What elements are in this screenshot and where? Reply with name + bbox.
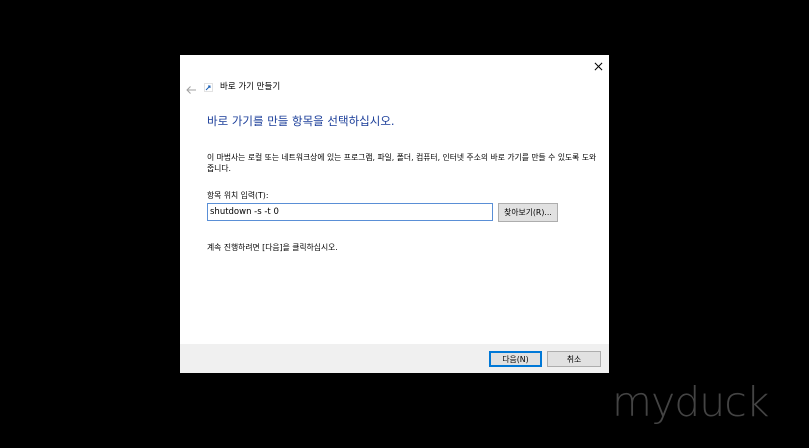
location-label: 항목 위치 입력(T): bbox=[207, 191, 269, 200]
back-arrow-icon bbox=[186, 86, 196, 94]
dialog-footer: 다음(N) 취소 bbox=[180, 344, 609, 373]
shortcut-icon bbox=[204, 83, 213, 92]
cancel-button[interactable]: 취소 bbox=[547, 351, 601, 367]
close-button[interactable] bbox=[587, 55, 609, 77]
continue-instruction: 계속 진행하려면 [다음]을 클릭하십시오. bbox=[207, 243, 338, 252]
browse-button[interactable]: 찾아보기(R)... bbox=[498, 203, 558, 222]
main-instruction: 바로 가기를 만들 항목을 선택하십시오. bbox=[207, 114, 395, 128]
description-text: 이 마법사는 로컬 또는 네트워크상에 있는 프로그램, 파일, 폴더, 컴퓨터… bbox=[207, 153, 597, 173]
create-shortcut-dialog: 바로 가기 만들기 바로 가기를 만들 항목을 선택하십시오. 이 마법사는 로… bbox=[180, 55, 609, 373]
wizard-title: 바로 가기 만들기 bbox=[220, 82, 281, 92]
watermark: myduck bbox=[612, 378, 769, 426]
back-button[interactable] bbox=[185, 81, 197, 94]
location-input[interactable] bbox=[207, 203, 493, 221]
close-icon bbox=[594, 62, 602, 70]
next-button[interactable]: 다음(N) bbox=[489, 351, 542, 367]
